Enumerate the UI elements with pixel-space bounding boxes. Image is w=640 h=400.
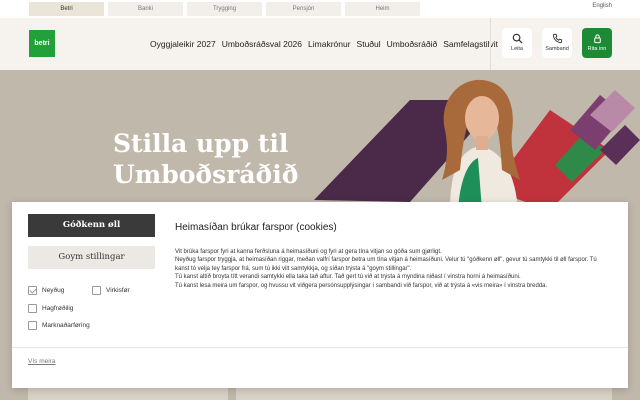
cookie-title: Heimasíðan brúkar farspor (cookies)	[175, 222, 337, 233]
main-nav: Oyggjaleikir 2027 Umboðsráðsval 2026 Lim…	[150, 39, 498, 49]
tab-banki[interactable]: Banki	[108, 2, 183, 16]
top-utility-bar: Betri Banki Trygging Pensjón Heim Englis…	[0, 0, 640, 18]
search-button[interactable]: Leita	[502, 28, 532, 58]
hero-title-line2: Umboðsráðið	[113, 160, 299, 189]
cookie-paragraph: Neyðug farspor tryggja, at heimasíðan ri…	[175, 257, 597, 272]
contact-button[interactable]: Samband	[542, 28, 572, 58]
cookie-category-marketing[interactable]: Marknaðarføring	[28, 321, 90, 330]
betri-logo[interactable]: betri	[29, 30, 55, 57]
checkbox-label: Virkisfør	[106, 287, 130, 294]
segment-tabs: Betri Banki Trygging Pensjón Heim	[29, 2, 420, 16]
save-settings-button[interactable]: Goym stillingar	[28, 246, 155, 269]
cookie-paragraph: Vit brúka farspor fyri at kanna ferðslun…	[175, 249, 442, 255]
checkbox-statistics[interactable]	[28, 304, 37, 313]
lock-icon	[593, 34, 601, 44]
cookie-consent-dialog: Góðkenn øll Goym stillingar Neyðug Virki…	[12, 202, 628, 388]
nav-item-limakronur[interactable]: Limakrónur	[308, 39, 351, 49]
divider	[12, 347, 628, 348]
tab-betri[interactable]: Betri	[29, 2, 104, 16]
checkbox-label: Marknaðarføring	[42, 322, 90, 329]
checkbox-label: Neyðug	[42, 287, 65, 294]
checkbox-necessary[interactable]	[28, 286, 37, 295]
nav-item-oyggjaleikir[interactable]: Oyggjaleikir 2027	[150, 39, 216, 49]
search-label: Leita	[511, 46, 523, 52]
checkbox-functional[interactable]	[92, 286, 101, 295]
cookie-category-functional[interactable]: Virkisfør	[92, 286, 130, 295]
checkbox-marketing[interactable]	[28, 321, 37, 330]
nav-item-umbodsradid[interactable]: Umboðsráðið	[387, 39, 438, 49]
tab-trygging[interactable]: Trygging	[187, 2, 262, 16]
cookie-paragraph: Tú kanst altíð broyta títt verandi samty…	[175, 274, 521, 281]
approve-all-button[interactable]: Góðkenn øll	[28, 214, 155, 237]
nav-item-umbodsradsval[interactable]: Umboðsráðsval 2026	[222, 39, 302, 49]
language-switch[interactable]: English	[592, 3, 612, 9]
hero-person-photo	[442, 79, 520, 210]
hero-title: Stilla upp til Umboðsráðið	[113, 128, 298, 190]
cookie-paragraph: Tú kanst lesa meira um farspor, og hvuss…	[175, 282, 548, 289]
login-button[interactable]: Rita inn	[582, 28, 612, 58]
site-header: betri Oyggjaleikir 2027 Umboðsráðsval 20…	[0, 18, 640, 70]
cookie-category-statistics[interactable]: Hagfrøðilig	[28, 304, 73, 313]
nav-item-studul[interactable]: Stuðul	[357, 39, 381, 49]
contact-label: Samband	[545, 46, 569, 52]
cookie-description: Vit brúka farspor fyri at kanna ferðslun…	[175, 248, 605, 290]
login-label: Rita inn	[587, 46, 607, 52]
header-divider	[490, 18, 491, 70]
tab-heim[interactable]: Heim	[345, 2, 420, 16]
checkbox-label: Hagfrøðilig	[42, 305, 74, 312]
phone-icon	[552, 33, 562, 44]
tab-pensjon[interactable]: Pensjón	[266, 2, 341, 16]
hero-title-line1: Stilla upp til	[113, 129, 289, 158]
search-icon	[512, 33, 523, 44]
show-more-link[interactable]: Vís meira	[28, 358, 55, 365]
cookie-category-necessary[interactable]: Neyðug	[28, 286, 64, 295]
